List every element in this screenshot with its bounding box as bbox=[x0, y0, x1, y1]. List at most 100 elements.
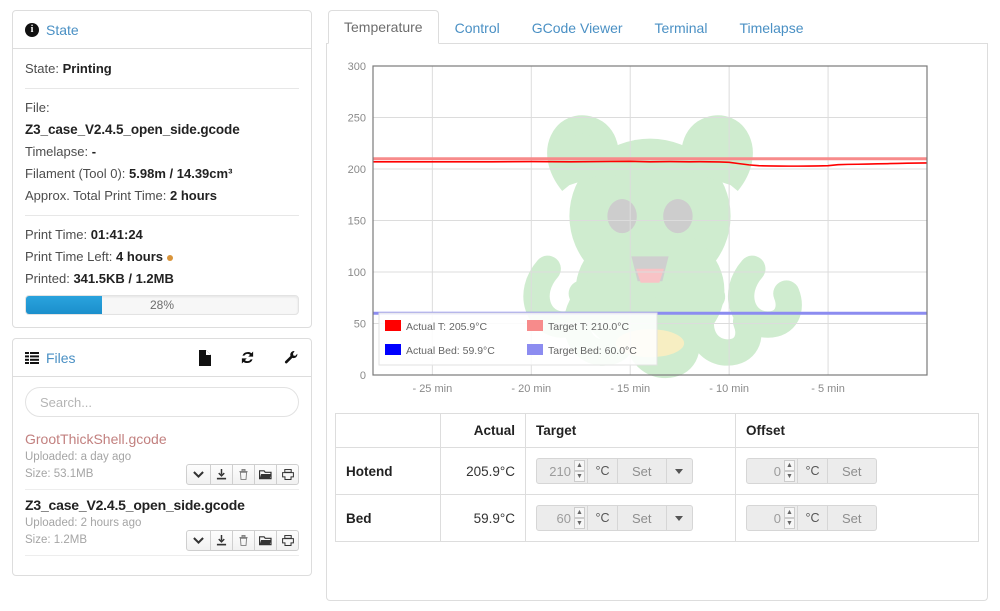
file-action-buttons bbox=[186, 464, 299, 485]
state-panel-header: i State bbox=[13, 11, 311, 49]
tab-control[interactable]: Control bbox=[439, 11, 516, 44]
spinner-arrows-icon[interactable]: ▲ ▼ bbox=[574, 507, 585, 529]
temperature-tab-pane: 0 50 100 150 200 250 300 - 25 min - 20 min - 15 m… bbox=[326, 44, 988, 601]
spinner-arrows-icon[interactable]: ▲ ▼ bbox=[574, 460, 585, 482]
print-time-value: 01:41:24 bbox=[90, 227, 143, 242]
target-dropdown-button[interactable] bbox=[666, 505, 693, 531]
folder-open-icon[interactable] bbox=[254, 530, 277, 551]
print-time-left-value: 4 hours bbox=[116, 249, 164, 264]
printed-label: Printed: bbox=[25, 271, 70, 286]
print-time-row: Print Time: 01:41:24 bbox=[25, 225, 299, 245]
target-temp-input[interactable]: 210 ▲ ▼ bbox=[536, 458, 588, 484]
trash-icon[interactable] bbox=[232, 530, 255, 551]
list-icon bbox=[25, 351, 39, 364]
target-set-button[interactable]: Set bbox=[618, 458, 667, 484]
temp-actual-value: 59.9°C bbox=[440, 494, 526, 542]
target-dropdown-button[interactable] bbox=[666, 458, 693, 484]
tab-temperature[interactable]: Temperature bbox=[328, 10, 439, 44]
legend-swatch bbox=[527, 344, 543, 355]
chevron-down-icon[interactable] bbox=[186, 464, 211, 485]
target-input-group: 60 ▲ ▼ °C Set bbox=[536, 505, 693, 531]
file-name[interactable]: Z3_case_V2.4.5_open_side.gcode bbox=[25, 497, 299, 513]
tab-timelapse[interactable]: Timelapse bbox=[723, 11, 819, 44]
temperature-table-head: Actual Target Offset bbox=[335, 413, 979, 448]
y-tick-label: 300 bbox=[348, 61, 366, 73]
y-tick-label: 250 bbox=[348, 113, 366, 125]
y-tick-label: 200 bbox=[348, 164, 366, 176]
file-list-item[interactable]: Z3_case_V2.4.5_open_side.gcode Uploaded: … bbox=[25, 497, 299, 556]
printed-row: Printed: 341.5KB / 1.2MB bbox=[25, 269, 299, 289]
print-time-left-row: Print Time Left: 4 hours bbox=[25, 247, 299, 267]
x-tick-label: - 20 min bbox=[511, 383, 551, 395]
temp-target-cell: 210 ▲ ▼ °C Set bbox=[525, 447, 736, 495]
target-set-button[interactable]: Set bbox=[618, 505, 667, 531]
offset-unit-label: °C bbox=[798, 505, 828, 531]
approx-total-row: Approx. Total Print Time: 2 hours bbox=[25, 186, 299, 206]
state-panel: i State State: Printing File: Z3_case_V2… bbox=[12, 10, 312, 328]
caret-down-icon bbox=[675, 515, 684, 521]
approx-total-label: Approx. Total Print Time: bbox=[25, 188, 167, 203]
temp-row-label: Bed bbox=[335, 494, 441, 542]
offset-input-group: 0 ▲ ▼ °C Set bbox=[746, 458, 877, 484]
temperature-table: Actual Target Offset Hotend 205.9°C 210 ▲ ▼ °… bbox=[335, 413, 979, 542]
files-panel: Files GrootT bbox=[12, 338, 312, 576]
offset-set-button[interactable]: Set bbox=[828, 458, 877, 484]
file-row: File: bbox=[25, 98, 299, 118]
legend-swatch bbox=[385, 320, 401, 331]
table-header-row: Actual Target Offset bbox=[335, 413, 979, 448]
legend-label: Actual T: 205.9°C bbox=[406, 321, 487, 333]
offset-input-group: 0 ▲ ▼ °C Set bbox=[746, 505, 877, 531]
refresh-icon[interactable] bbox=[240, 350, 255, 365]
file-value: Z3_case_V2.4.5_open_side.gcode bbox=[25, 122, 240, 137]
y-tick-label: 50 bbox=[354, 319, 366, 331]
tab-gcode-viewer[interactable]: GCode Viewer bbox=[516, 11, 639, 44]
legend-label: Target T: 210.0°C bbox=[548, 321, 629, 333]
print-progress-bar: 28% bbox=[25, 295, 299, 315]
file-icon[interactable] bbox=[198, 349, 211, 366]
offset-temp-input[interactable]: 0 ▲ ▼ bbox=[746, 505, 798, 531]
temp-target-cell: 60 ▲ ▼ °C Set bbox=[525, 494, 736, 542]
tab-terminal[interactable]: Terminal bbox=[639, 11, 724, 44]
target-input-group: 210 ▲ ▼ °C Set bbox=[536, 458, 693, 484]
spinner-arrows-icon[interactable]: ▲ ▼ bbox=[784, 507, 795, 529]
download-icon[interactable] bbox=[210, 464, 233, 485]
print-icon[interactable] bbox=[276, 530, 299, 551]
files-panel-header: Files bbox=[13, 339, 311, 377]
files-panel-title: Files bbox=[46, 349, 76, 366]
state-label: State: bbox=[25, 61, 59, 76]
timelapse-value: - bbox=[91, 144, 97, 159]
wrench-icon[interactable] bbox=[284, 350, 299, 365]
target-temp-value: 210 bbox=[549, 463, 571, 479]
x-tick-label: - 5 min bbox=[811, 383, 845, 395]
download-icon[interactable] bbox=[210, 530, 233, 551]
table-row: Hotend 205.9°C 210 ▲ ▼ °C Set 0 ▲ ▼ °C Set bbox=[335, 447, 979, 495]
temperature-chart-svg: 0 50 100 150 200 250 300 - 25 min - 20 min - 15 m… bbox=[348, 61, 928, 395]
target-temp-input[interactable]: 60 ▲ ▼ bbox=[536, 505, 588, 531]
trash-icon[interactable] bbox=[232, 464, 255, 485]
left-sidebar: i State State: Printing File: Z3_case_V2… bbox=[12, 10, 312, 601]
timelapse-label: Timelapse: bbox=[25, 144, 89, 159]
target-temp-value: 60 bbox=[556, 510, 571, 526]
th-blank bbox=[335, 413, 441, 448]
approx-total-value: 2 hours bbox=[170, 188, 217, 203]
temp-actual-value: 205.9°C bbox=[440, 447, 526, 495]
file-name[interactable]: GrootThickShell.gcode bbox=[25, 431, 299, 447]
spinner-arrows-icon[interactable]: ▲ ▼ bbox=[784, 460, 795, 482]
divider bbox=[25, 88, 299, 89]
chevron-down-icon[interactable] bbox=[186, 530, 211, 551]
state-row: State: Printing bbox=[25, 59, 299, 79]
legend-label: Target Bed: 60.0°C bbox=[548, 345, 637, 357]
offset-set-button[interactable]: Set bbox=[828, 505, 877, 531]
offset-temp-input[interactable]: 0 ▲ ▼ bbox=[746, 458, 798, 484]
folder-open-icon[interactable] bbox=[254, 464, 277, 485]
temp-offset-cell: 0 ▲ ▼ °C Set bbox=[735, 494, 979, 542]
file-list-item[interactable]: GrootThickShell.gcode Uploaded: a day ago… bbox=[25, 431, 299, 490]
search-input[interactable] bbox=[25, 387, 299, 417]
print-icon[interactable] bbox=[276, 464, 299, 485]
state-value: Printing bbox=[62, 61, 112, 76]
tab-bar: Temperature Control GCode Viewer Terminal Ti… bbox=[326, 10, 988, 44]
caret-down-icon bbox=[675, 468, 684, 474]
print-time-left-label: Print Time Left: bbox=[25, 249, 113, 264]
printed-value: 341.5KB / 1.2MB bbox=[73, 271, 174, 286]
y-tick-label: 0 bbox=[360, 370, 366, 382]
